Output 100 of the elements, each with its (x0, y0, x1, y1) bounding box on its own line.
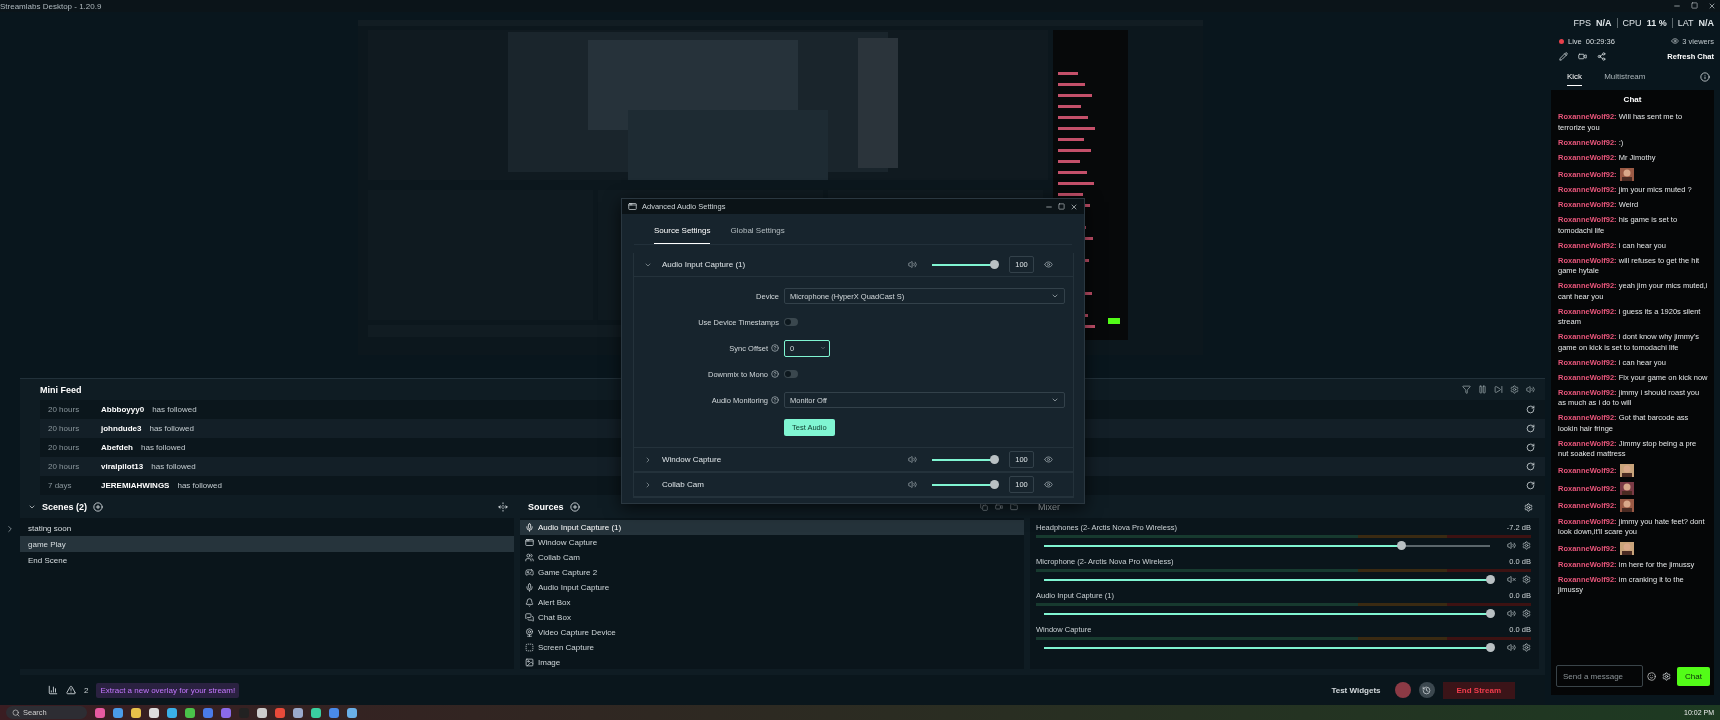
taskbar-app-icon[interactable] (94, 707, 105, 718)
taskbar-app-icon[interactable] (184, 707, 195, 718)
stat-label: FPS (1573, 18, 1592, 28)
feed-username: viralpilot13 (101, 462, 144, 471)
close-icon[interactable] (1708, 2, 1716, 10)
taskbar-app-icon[interactable] (166, 707, 177, 718)
settings-icon[interactable] (1510, 385, 1519, 394)
source-item[interactable]: Audio Input Capture (1) (520, 520, 1024, 535)
panel-title: Sources (528, 502, 564, 512)
warning-icon[interactable] (66, 685, 76, 695)
chat-title: Chat (1622, 93, 1643, 106)
taskbar-app-icon[interactable] (256, 707, 267, 718)
filter-icon[interactable] (1462, 385, 1471, 394)
source-item[interactable]: Screen Capture (520, 640, 1024, 655)
search-icon (12, 708, 20, 717)
feed-username: johndude3 (101, 424, 142, 433)
feed-username: Abefdeh (101, 443, 133, 452)
stat-value: N/A (1596, 18, 1612, 28)
window-title: Streamlabs Desktop - 1.20.9 (0, 1, 102, 11)
chat-bubbles-icon (525, 613, 534, 622)
camera-icon[interactable] (1578, 51, 1587, 61)
feed-time: 20 hours (48, 405, 81, 414)
speaker-icon[interactable] (908, 260, 917, 269)
stat-label: CPU (1622, 18, 1642, 28)
collapse-icon[interactable] (28, 503, 36, 511)
speaker-icon[interactable] (1507, 609, 1516, 618)
feed-action: has followed (151, 462, 196, 471)
settings-tab[interactable]: Global Settings (730, 226, 785, 244)
source-item[interactable]: Collab Cam (520, 550, 1024, 565)
taskbar-app-icon[interactable] (130, 707, 141, 718)
volume-icon[interactable] (1526, 385, 1535, 394)
chat-tab[interactable]: Kick (1567, 68, 1583, 86)
toggle-switch[interactable] (784, 318, 798, 326)
test-widgets-button[interactable]: Test Widgets (1325, 684, 1387, 696)
feed-action: has followed (177, 481, 222, 490)
record-button[interactable] (1394, 682, 1411, 698)
repeat-icon[interactable] (1526, 443, 1535, 452)
repeat-icon[interactable] (1526, 462, 1535, 471)
taskbar-app-icon[interactable] (148, 707, 159, 718)
settings-icon[interactable] (1522, 575, 1531, 584)
minimize-icon[interactable] (1673, 2, 1681, 10)
emoji-icon[interactable] (1647, 671, 1657, 681)
chat-tab[interactable]: Multistream (1604, 68, 1646, 86)
message-input[interactable]: Send a message (1556, 665, 1644, 687)
speaker-icon[interactable] (908, 480, 917, 489)
close-icon[interactable] (1070, 202, 1078, 211)
eye-icon[interactable] (1044, 455, 1053, 464)
settings-icon[interactable] (1522, 541, 1531, 550)
eye-icon[interactable] (1044, 260, 1053, 269)
speaker-icon[interactable] (1507, 643, 1516, 652)
repeat-icon[interactable] (1526, 424, 1535, 433)
info-icon[interactable] (1700, 72, 1710, 82)
taskbar-app-icon[interactable] (310, 707, 321, 718)
source-item[interactable]: Game Capture 2 (520, 565, 1024, 580)
feed-username: JEREMIAHWINGS (101, 481, 170, 490)
speaker-icon[interactable] (1507, 541, 1516, 550)
scene-item[interactable]: End Scene (20, 552, 514, 568)
microphone-icon (525, 583, 534, 592)
eye-icon[interactable] (1044, 480, 1053, 489)
share-icon[interactable] (1597, 51, 1606, 61)
source-item[interactable]: Image (520, 655, 1024, 670)
source-item[interactable]: Alert Box (520, 595, 1024, 610)
toggle-switch[interactable] (784, 370, 798, 378)
repeat-icon[interactable] (1526, 405, 1535, 414)
taskbar-app-icon[interactable] (346, 707, 357, 718)
replay-button[interactable] (1418, 682, 1435, 698)
settings-icon[interactable] (1522, 609, 1531, 618)
scene-item[interactable]: game Play (20, 536, 514, 552)
source-item[interactable]: Audio Input Capture (520, 580, 1024, 595)
expand-icon[interactable] (498, 502, 508, 512)
app-icon (628, 202, 637, 211)
send-chat-button[interactable]: Chat (1677, 666, 1710, 686)
overlay-banner-link[interactable]: Extract a new overlay for your stream! (96, 682, 240, 698)
source-item[interactable]: Window Capture (520, 535, 1024, 550)
panel-title: Mini Feed (40, 384, 82, 395)
repeat-icon[interactable] (1526, 481, 1535, 490)
expand-chevron-icon[interactable] (5, 523, 15, 534)
caret-icon (1051, 292, 1059, 300)
pause-icon[interactable] (1478, 385, 1487, 394)
pencil-icon[interactable] (1559, 51, 1568, 61)
source-item[interactable]: Video Capture Device (520, 625, 1024, 640)
taskbar-app-icon[interactable] (112, 707, 123, 718)
source-name: Window Capture (662, 455, 723, 464)
skip-icon[interactable] (1494, 385, 1503, 394)
bar-chart-icon[interactable] (48, 685, 58, 695)
eye-icon (1671, 37, 1680, 45)
maximize-icon[interactable] (1691, 2, 1698, 9)
source-item[interactable]: Chat Box (520, 610, 1024, 625)
scene-item[interactable]: stating soon (20, 520, 514, 536)
taskbar-app-icon[interactable] (292, 707, 303, 718)
panel-title: Mixer (1038, 502, 1060, 512)
add-icon[interactable] (569, 502, 580, 512)
speaker-icon[interactable] (908, 455, 917, 464)
settings-tab[interactable]: Source Settings (654, 226, 711, 244)
feed-action: has followed (141, 443, 186, 452)
add-icon[interactable] (93, 502, 104, 512)
settings-icon[interactable] (1522, 643, 1531, 652)
muted-speaker-icon[interactable] (1507, 575, 1516, 584)
maximize-icon[interactable] (1058, 203, 1065, 210)
end-stream-button[interactable]: End Stream (1442, 681, 1515, 699)
